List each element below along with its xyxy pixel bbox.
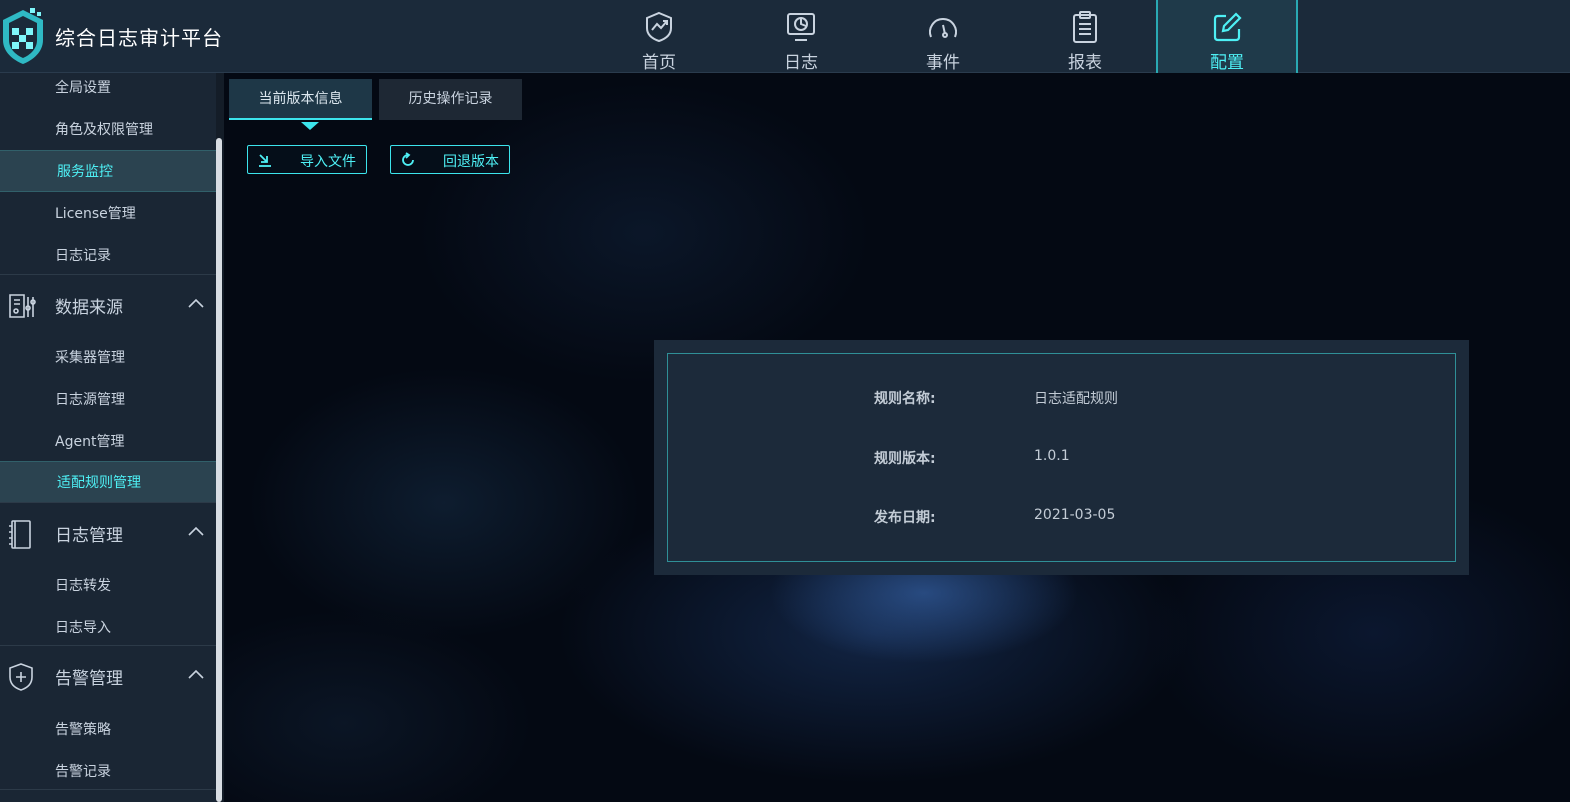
sidebar-item-adapter-rules[interactable]: 适配规则管理 [0, 461, 216, 503]
chevron-up-icon [188, 669, 204, 679]
sidebar: 全局设置 角色及权限管理 服务监控 License管理 日志记录 数据来源 采集… [0, 73, 216, 802]
sidebar-item-agent[interactable]: Agent管理 [0, 421, 216, 463]
sidebar-divider [0, 789, 216, 790]
release-date-value: 2021-03-05 [1034, 507, 1116, 523]
nav-home[interactable]: 首页 [588, 0, 730, 73]
home-chart-shield-icon [646, 11, 672, 43]
shield-plus-icon [9, 663, 33, 691]
sidebar-item-alarm-policy[interactable]: 告警策略 [0, 709, 216, 751]
data-source-icon [9, 294, 36, 318]
sidebar-group-data-source[interactable]: 数据来源 [0, 274, 216, 334]
version-info-panel: 规则名称: 日志适配规则 规则版本: 1.0.1 发布日期: 2021-03-0… [654, 340, 1469, 575]
sidebar-scrollbar[interactable] [216, 73, 224, 802]
release-date-label: 发布日期: [874, 510, 936, 526]
sidebar-item-alarm-record[interactable]: 告警记录 [0, 751, 216, 793]
main-nav: 首页 日志 事件 报表 配置 [588, 0, 1298, 73]
rule-version-label: 规则版本: [874, 451, 936, 467]
logo-icon [3, 8, 43, 64]
sidebar-item-service-monitor[interactable]: 服务监控 [0, 150, 216, 192]
chevron-up-icon [188, 298, 204, 308]
rule-name-value: 日志适配规则 [1034, 391, 1118, 407]
sidebar-item-log-source[interactable]: 日志源管理 [0, 379, 216, 421]
sidebar-group-log-management[interactable]: 日志管理 [0, 502, 216, 562]
tab-current-version[interactable]: 当前版本信息 [229, 79, 372, 120]
rule-version-value: 1.0.1 [1034, 448, 1070, 464]
sidebar-item-roles-permissions[interactable]: 角色及权限管理 [0, 109, 216, 151]
sidebar-group-alarm-management[interactable]: 告警管理 [0, 645, 216, 705]
sidebar-scrollbar-thumb[interactable] [216, 138, 222, 802]
nav-log[interactable]: 日志 [730, 0, 872, 73]
nav-config[interactable]: 配置 [1156, 0, 1298, 73]
clipboard-icon [1073, 11, 1097, 43]
edit-icon [1213, 12, 1242, 42]
sidebar-item-global-settings[interactable]: 全局设置 [0, 73, 216, 109]
chevron-up-icon [188, 526, 204, 536]
gauge-icon [929, 18, 957, 38]
notebook-icon [9, 520, 31, 549]
top-bar: 综合日志审计平台 首页 日志 事件 报表 配置 [0, 0, 1570, 73]
rollback-version-button[interactable]: 回退版本 [390, 145, 510, 174]
rule-name-label: 规则名称: [874, 391, 936, 407]
nav-report[interactable]: 报表 [1014, 0, 1156, 73]
import-file-button[interactable]: 导入文件 [247, 145, 367, 174]
sidebar-item-license[interactable]: License管理 [0, 193, 216, 235]
sidebar-item-log-import[interactable]: 日志导入 [0, 607, 216, 649]
sidebar-item-log-record[interactable]: 日志记录 [0, 235, 216, 277]
version-info-box: 规则名称: 日志适配规则 规则版本: 1.0.1 发布日期: 2021-03-0… [667, 353, 1456, 562]
sidebar-item-log-forward[interactable]: 日志转发 [0, 565, 216, 607]
monitor-chart-icon [787, 13, 815, 41]
app-title: 综合日志审计平台 [55, 26, 223, 50]
sidebar-item-collector[interactable]: 采集器管理 [0, 337, 216, 379]
active-tab-caret [301, 122, 319, 130]
tab-history-records[interactable]: 历史操作记录 [379, 79, 522, 120]
nav-event[interactable]: 事件 [872, 0, 1014, 73]
import-icon [259, 154, 271, 167]
refresh-icon [402, 152, 414, 166]
main-content: 当前版本信息 历史操作记录 导入文件 回退版本 规则名称: 日志适配规则 规则版… [224, 73, 1570, 802]
